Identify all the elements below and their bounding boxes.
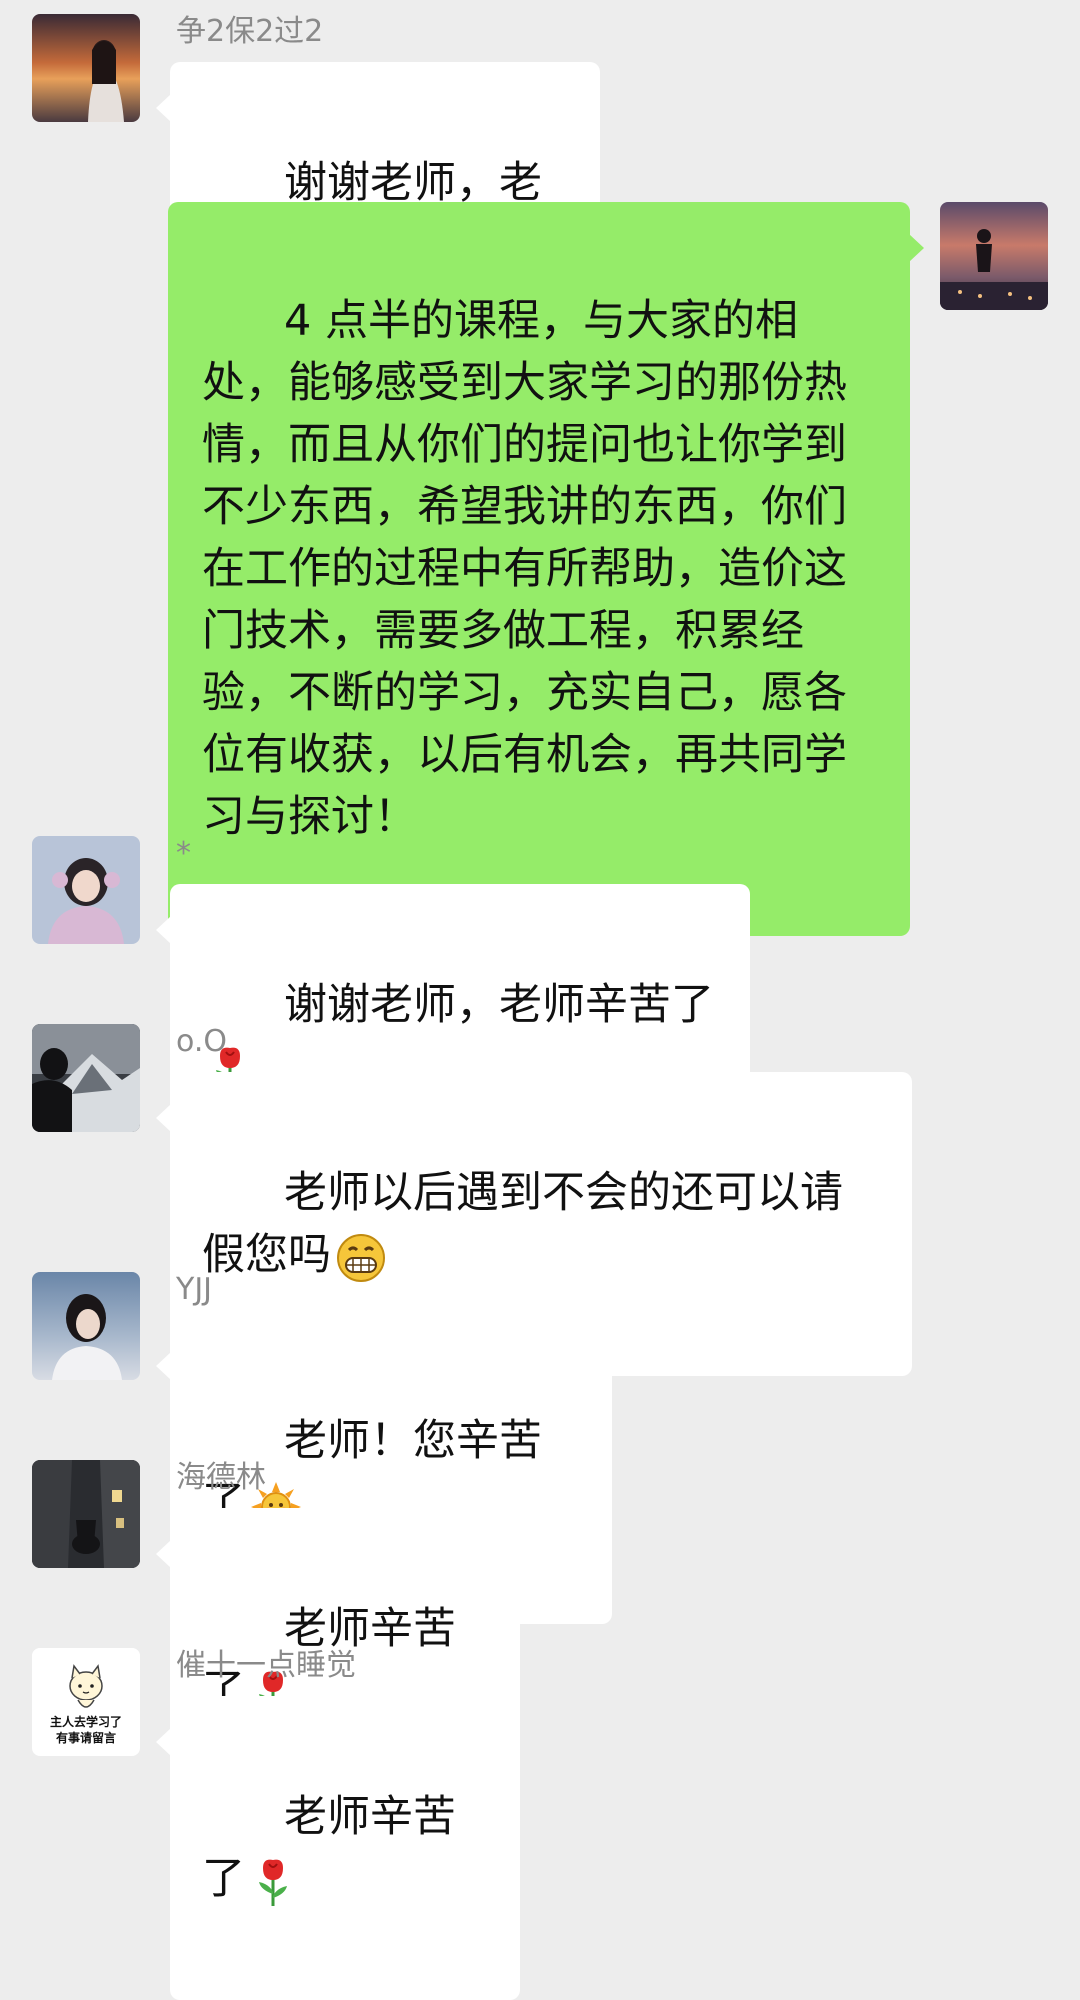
sender-name: o.O [176, 1024, 227, 1059]
sticker-text: 有事请留言 [55, 1731, 116, 1745]
chat-area[interactable]: 争2保2过2 谢谢老师，老师辛苦了 [0, 0, 1080, 2000]
message-text: 老师辛苦了 [202, 1792, 457, 1904]
avatar-photo-city-dusk [940, 202, 1048, 310]
avatar-photo-mountain [32, 1024, 140, 1132]
avatar-photo-night-street [32, 1460, 140, 1568]
message-bubble-self[interactable]: 4 点半的课程，与大家的相处，能够感受到大家学习的那份热情，而且从你们的提问也让… [168, 202, 924, 936]
grin-icon [335, 1232, 385, 1284]
avatar[interactable]: 主人去学习了 有事请留言 [32, 1648, 140, 1756]
avatar[interactable] [32, 1272, 140, 1380]
avatar[interactable] [32, 1460, 140, 1568]
avatar[interactable] [32, 1024, 140, 1132]
message-text: 4 点半的课程，与大家的相处，能够感受到大家学习的那份热情，而且从你们的提问也让… [202, 296, 847, 842]
sender-name: * [176, 836, 191, 871]
sender-name: YJJ [176, 1272, 213, 1307]
message-text: 老师以后遇到不会的还可以请假您吗 [202, 1168, 844, 1280]
avatar-photo-sunset [32, 14, 140, 122]
avatar[interactable] [32, 836, 140, 944]
avatar[interactable] [32, 14, 140, 122]
avatar-sticker-cat [32, 1648, 140, 1720]
sender-name: 催十一点睡觉 [176, 1648, 356, 1683]
sender-name: 争2保2过2 [176, 14, 324, 49]
sticker-text: 主人去学习了 [49, 1715, 122, 1729]
rose-icon [249, 1856, 297, 1908]
sender-name: 海德林 [176, 1460, 266, 1495]
avatar-self[interactable] [940, 202, 1048, 310]
message-text: 谢谢老师，老师辛苦了 [284, 980, 715, 1030]
message-bubble[interactable]: 老师辛苦了 [156, 1696, 520, 2000]
avatar-photo-girl-sea [32, 1272, 140, 1380]
avatar-photo-girl-pink [32, 836, 140, 944]
